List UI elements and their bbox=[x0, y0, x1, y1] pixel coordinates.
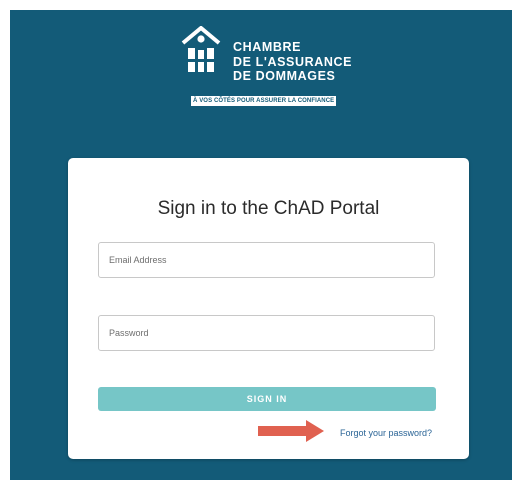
password-field[interactable] bbox=[98, 315, 435, 351]
logo-line-3: DE DOMMAGES bbox=[233, 69, 336, 83]
email-field[interactable] bbox=[98, 242, 435, 278]
logo-tagline: À VOS CÔTÉS POUR ASSURER LA CONFIANCE bbox=[191, 96, 337, 106]
page-title: Sign in to the ChAD Portal bbox=[157, 198, 380, 219]
right-arrow-icon bbox=[258, 420, 324, 442]
forgot-password-link[interactable]: Forgot your password? bbox=[340, 428, 432, 438]
logo-line-2: DE L'ASSURANCE bbox=[233, 54, 353, 69]
login-card: Sign in to the ChAD Portal SIGN IN Forgo… bbox=[68, 158, 469, 459]
building-icon bbox=[181, 26, 221, 72]
sign-in-button[interactable]: SIGN IN bbox=[98, 387, 436, 411]
logo-line-1: CHAMBRE bbox=[233, 40, 302, 54]
logo-wordmark: CHAMBRE DE L'ASSURANCE DE DOMMAGES bbox=[233, 40, 352, 84]
chad-logo: CHAMBRE DE L'ASSURANCE DE DOMMAGES bbox=[181, 26, 361, 84]
